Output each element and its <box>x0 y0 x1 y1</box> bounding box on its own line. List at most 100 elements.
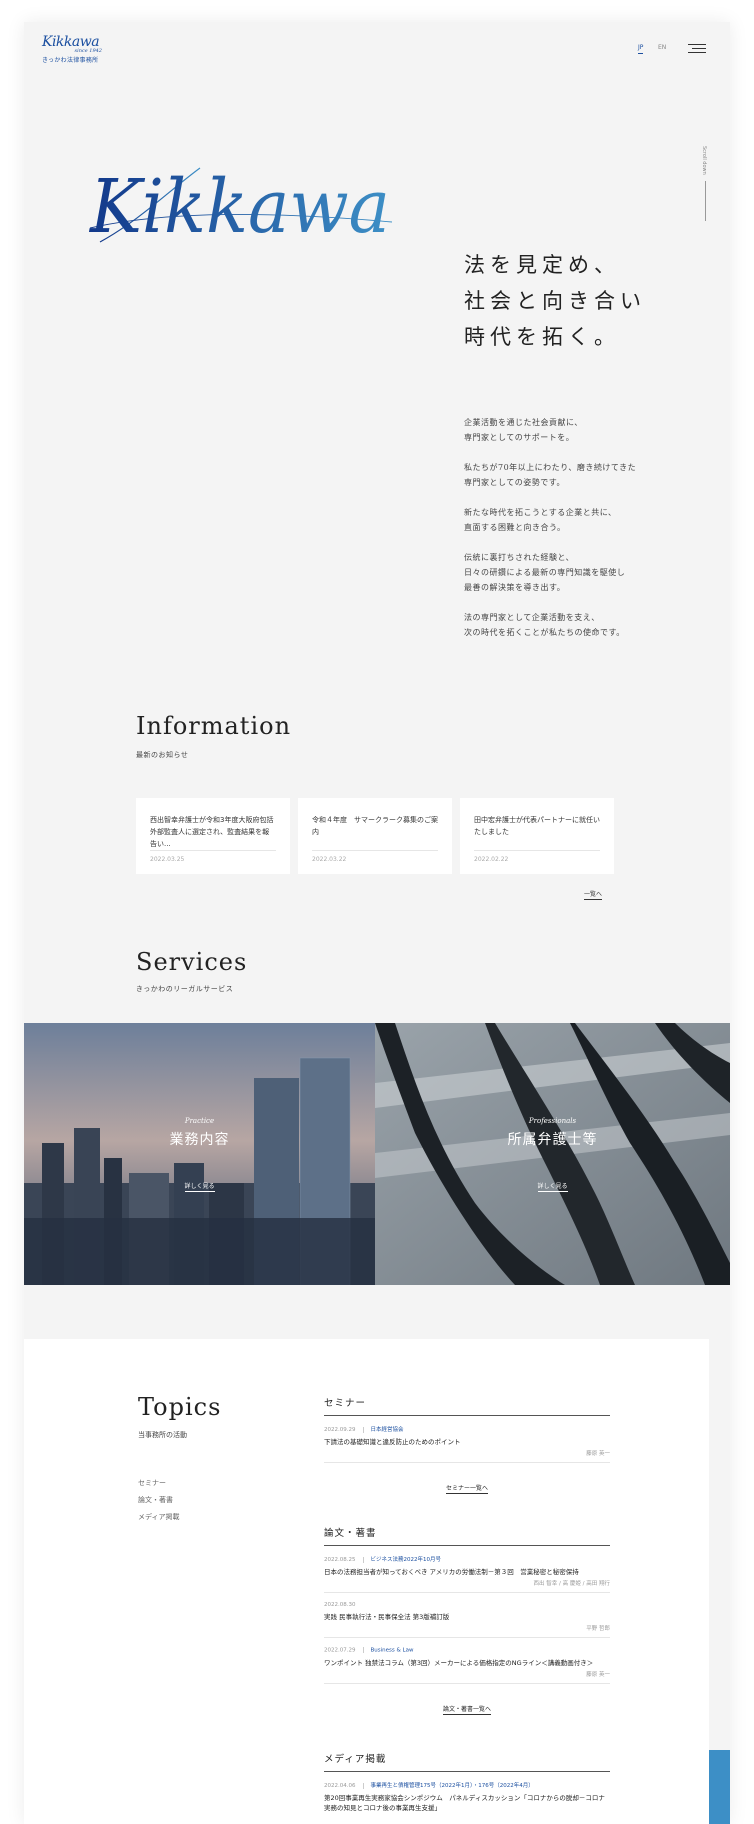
service-practice-panel[interactable]: Practice 業務内容 詳しく見る <box>24 1023 375 1285</box>
service-detail-button[interactable]: 詳しく見る <box>537 1181 568 1192</box>
hero-line: 伝統に裏打ちされた経験と、 <box>464 553 575 562</box>
logo-jp: きっかわ法律事務所 <box>42 57 99 64</box>
papers-heading: 論文・著書 <box>324 1525 610 1546</box>
news-card-divider <box>312 850 438 851</box>
hero-paragraph: 私たちが70年以上にわたり、磨き続けてきた 専門家としての姿勢です。 <box>464 460 636 490</box>
topics-nav-papers[interactable]: 論文・著書 <box>138 1492 180 1509</box>
news-card[interactable]: 西出智幸弁護士が令和3年度大阪府包括外部監査人に選定され、監査結果を報告い...… <box>136 798 290 874</box>
services-subtitle: きっかわのリーガルサービス <box>136 985 234 993</box>
seminar-more-link[interactable]: セミナー一覧へ <box>445 1485 488 1494</box>
scroll-text: Scroll down <box>701 146 707 175</box>
hero-logo-text: Kikkawa <box>88 164 390 250</box>
media-heading: メディア掲載 <box>324 1751 610 1772</box>
topic-title: 実践 民事執行法・民事保全法 第3版補訂版 <box>324 1613 450 1621</box>
page-frame: Kikkawa since 1942 きっかわ法律事務所 JP EN Scrol… <box>24 22 730 1824</box>
news-card-date: 2022.03.25 <box>150 856 185 863</box>
hero-line: 専門家としての姿勢です。 <box>464 478 565 487</box>
news-card-title: 令和４年度 サマークラーク募集のご案内 <box>312 816 438 836</box>
hero-copy-line: 法を見定め、 <box>464 253 620 277</box>
topic-item[interactable]: 2022.08.30 実践 民事執行法・民事保全法 第3版補訂版 平野 哲郎 <box>324 1593 610 1638</box>
topics-nav: セミナー 論文・著書 メディア掲載 <box>138 1475 180 1526</box>
service-ja-label: 所属弁護士等 <box>507 1132 598 1148</box>
service-en-label: Professionals <box>528 1117 577 1125</box>
news-card[interactable]: 田中宏弁護士が代表パートナーに就任いたしました 2022.02.22 <box>460 798 614 874</box>
shadows-crosswalk-image <box>375 1023 730 1285</box>
news-card-divider <box>474 850 600 851</box>
service-ja-label: 業務内容 <box>169 1132 230 1148</box>
news-card-title: 西出智幸弁護士が令和3年度大阪府包括外部監査人に選定され、監査結果を報告い... <box>150 816 274 848</box>
topic-category: 日本経営協会 <box>370 1427 404 1433</box>
hero-line: 新たな時代を拓こうとする企業と共に、 <box>464 508 617 517</box>
topic-meta: 2022.04.06 事業再生と債権管理175号（2022年1月）・176号（20… <box>324 1781 610 1789</box>
hero-paragraph: 新たな時代を拓こうとする企業と共に、 直面する困難と向き合う。 <box>464 505 636 535</box>
hero-line: 最善の解決策を導き出す。 <box>464 583 566 592</box>
topic-item[interactable]: 2022.08.25 ビジネス法務2022年10月号 日本の法務担当者が知っておく… <box>324 1546 610 1593</box>
topic-meta: 2022.08.30 <box>324 1602 610 1608</box>
hero-line: 法の専門家として企業活動を支え、 <box>464 613 600 622</box>
hero-line: 私たちが70年以上にわたり、磨き続けてきた <box>464 463 637 472</box>
topic-item[interactable]: 2022.04.06 事業再生と債権管理175号（2022年1月）・176号（20… <box>324 1772 610 1818</box>
topic-meta: 2022.09.29 日本経営協会 <box>324 1425 610 1433</box>
topic-title: 第20回事業再生実務家協会シンポジウム パネルディスカッション「コロナからの脱却… <box>324 1794 605 1812</box>
hero-paragraph: 企業活動を通じた社会貢献に、 専門家としてのサポートを。 <box>464 415 636 445</box>
topic-title: 下請法の基礎知識と違反防止のためのポイント <box>324 1438 461 1446</box>
topics-subtitle: 当事務所の活動 <box>138 1431 187 1439</box>
topics-title: Topics <box>138 1393 222 1421</box>
hero-paragraph: 法の専門家として企業活動を支え、次の時代を拓くことが私たちの使命です。 <box>464 610 636 640</box>
papers-more-link[interactable]: 論文・著書一覧へ <box>442 1705 491 1715</box>
topic-category: 事業再生と債権管理175号（2022年1月）・176号（2022年4月） <box>370 1783 534 1789</box>
hero-copy-line: 時代を拓く。 <box>464 325 620 349</box>
service-professionals-panel[interactable]: Professionals 所属弁護士等 詳しく見る <box>375 1023 730 1285</box>
site-logo[interactable]: Kikkawa since 1942 きっかわ法律事務所 <box>42 34 102 64</box>
topic-author: 平野 哲郎 <box>586 1626 610 1632</box>
seminar-column: セミナー 2022.09.29 日本経営協会 下請法の基礎知識と違反防止のためのポ… <box>324 1395 610 1494</box>
service-detail-button[interactable]: 詳しく見る <box>184 1181 215 1192</box>
hero-line: 専門家としてのサポートを。 <box>464 433 575 442</box>
media-column: メディア掲載 2022.04.06 事業再生と債権管理175号（2022年1月）・… <box>324 1751 610 1818</box>
services-title: Services <box>136 948 248 976</box>
hero-line: 直面する困難と向き合う。 <box>464 523 566 532</box>
seminar-heading: セミナー <box>324 1395 610 1416</box>
news-card-date: 2022.02.22 <box>474 856 509 863</box>
scroll-line <box>705 180 706 221</box>
news-card-title: 田中宏弁護士が代表パートナーに就任いたしました <box>474 816 600 836</box>
topic-author: 藤原 英一 <box>586 1671 610 1678</box>
news-card[interactable]: 令和４年度 サマークラーク募集のご案内 2022.03.22 <box>298 798 452 874</box>
topic-date: 2022.08.25 <box>324 1557 356 1563</box>
hero-line: 日々の研鑽による最新の専門知識を駆使し <box>464 568 626 577</box>
hamburger-menu-icon[interactable] <box>688 44 706 54</box>
lang-jp-link[interactable]: JP <box>638 44 644 54</box>
topic-title: 日本の法務担当者が知っておくべき アメリカの労働法制－第３回 営業秘密と秘密保持 <box>324 1568 579 1576</box>
news-card-date: 2022.03.22 <box>312 856 347 863</box>
news-card-divider <box>150 850 276 851</box>
topic-author: 藤原 英一 <box>586 1451 610 1457</box>
topics-nav-seminar[interactable]: セミナー <box>138 1475 180 1492</box>
information-cards: 西出智幸弁護士が令和3年度大阪府包括外部監査人に選定され、監査結果を報告い...… <box>136 798 614 874</box>
topic-item[interactable]: 2022.09.29 日本経営協会 下請法の基礎知識と違反防止のためのポイント 藤… <box>324 1416 610 1463</box>
information-title: Information <box>136 712 292 740</box>
information-subtitle: 最新のお知らせ <box>136 751 189 759</box>
hero-line: 次の時代を拓くことが私たちの使命です。 <box>464 628 625 637</box>
lang-en-link[interactable]: EN <box>658 44 666 51</box>
information-more-link[interactable]: 一覧へ <box>584 889 603 900</box>
hero-paragraph: 伝統に裏打ちされた経験と、日々の研鑽による最新の専門知識を駆使し 最善の解決策を導… <box>464 550 636 595</box>
topic-meta: 2022.07.29 Business & Law <box>324 1647 610 1654</box>
hero-logo: Kikkawa <box>88 164 393 250</box>
topics-nav-media[interactable]: メディア掲載 <box>138 1509 180 1526</box>
topic-date: 2022.04.06 <box>324 1783 356 1789</box>
topic-date: 2022.09.29 <box>324 1427 356 1433</box>
topic-category: ビジネス法務2022年10月号 <box>370 1557 442 1563</box>
topic-item[interactable]: 2022.07.29 Business & Law ワンポイント 独禁法コラム（第… <box>324 1638 610 1684</box>
hero-line: 企業活動を通じた社会貢献に、 <box>464 418 583 427</box>
hero-copy: 法を見定め、 社会と向き合い 時代を拓く。 <box>464 247 646 355</box>
hero-copy-line: 社会と向き合い <box>464 289 646 313</box>
topic-date: 2022.07.29 <box>324 1647 356 1654</box>
papers-column: 論文・著書 2022.08.25 ビジネス法務2022年10月号 日本の法務担当者… <box>324 1525 610 1715</box>
scroll-indicator: Scroll down <box>701 146 711 221</box>
topic-date: 2022.08.30 <box>324 1602 356 1608</box>
city-skyline-image <box>24 1023 375 1285</box>
topic-author: 西出 智幸 / 高 慶姫 / 高田 翔行 <box>533 1581 610 1587</box>
topic-title: ワンポイント 独禁法コラム（第3回）メーカーによる価格指定のNGライン＜講義動画… <box>324 1658 594 1667</box>
page-top-button[interactable] <box>709 1750 730 1824</box>
service-en-label: Practice <box>184 1117 215 1125</box>
